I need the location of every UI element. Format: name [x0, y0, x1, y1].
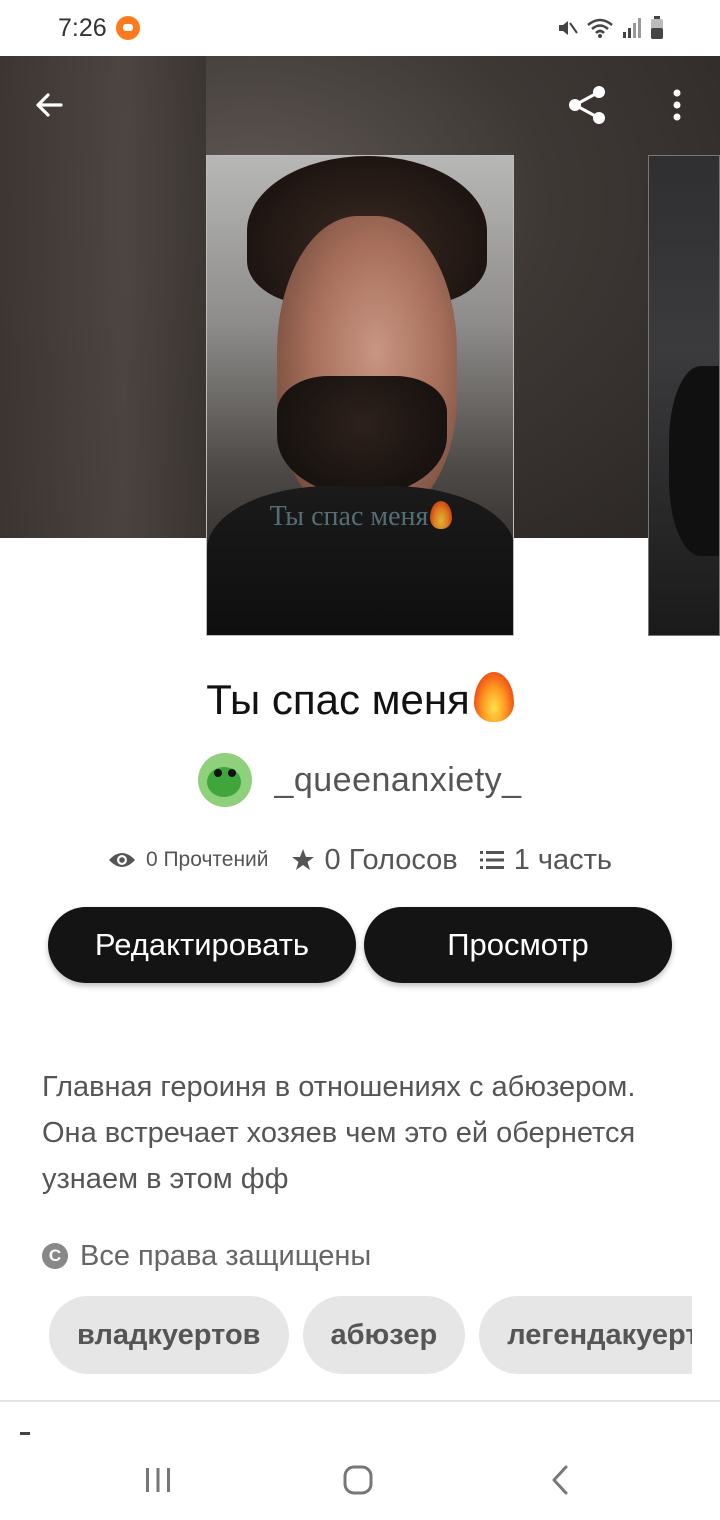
tag-chip[interactable]: владкуертов: [49, 1296, 289, 1374]
recent-apps-icon: [146, 1468, 170, 1492]
story-title: Ты спас меня: [0, 672, 720, 724]
notification-app-icon: [116, 16, 140, 40]
more-options-button[interactable]: [652, 80, 702, 130]
fire-icon: [473, 672, 514, 722]
copyright-icon: C: [42, 1243, 68, 1269]
divider: [0, 1400, 720, 1402]
reads-stat: 0 Прочтений: [108, 848, 269, 872]
back-icon: [552, 1465, 568, 1495]
story-title-text: Ты спас меня: [206, 676, 470, 723]
parts-count: 1 часть: [513, 843, 613, 876]
status-time: 7:26: [58, 14, 107, 42]
story-cover-image[interactable]: Ты спас меня: [206, 155, 514, 636]
more-vertical-icon: [673, 89, 681, 121]
next-story-cover[interactable]: [648, 155, 720, 636]
signal-icon: [623, 18, 641, 38]
status-icons: [556, 14, 664, 42]
votes-stat: 0 Голосов: [291, 844, 458, 877]
home-icon: [343, 1465, 373, 1495]
votes-count: 0 Голосов: [324, 843, 458, 876]
status-bar: 7:26: [0, 0, 720, 56]
action-buttons: Редактировать Просмотр: [48, 907, 672, 983]
reads-count: 0 Прочтений: [145, 848, 269, 871]
star-icon: [291, 849, 314, 870]
story-stats: 0 Прочтений 0 Голосов 1 часть: [0, 838, 720, 882]
copyright-row: C Все права защищены: [42, 1236, 371, 1276]
copyright-text: Все права защищены: [80, 1239, 372, 1272]
home-button[interactable]: [328, 1458, 388, 1502]
author-name[interactable]: _queenanxiety_: [274, 761, 521, 800]
back-button[interactable]: [24, 80, 74, 130]
tags-list: владкуертов абюзер легендакуертов: [49, 1296, 692, 1374]
edit-button[interactable]: Редактировать: [48, 907, 356, 983]
partial-content-mark: [20, 1432, 30, 1435]
tag-chip[interactable]: легендакуертов: [479, 1296, 692, 1374]
mute-icon: [559, 21, 578, 35]
view-button[interactable]: Просмотр: [364, 907, 672, 983]
story-description: Главная героиня в отношениях с абюзером.…: [42, 1071, 636, 1195]
parts-stat: 1 часть: [479, 843, 613, 877]
author-row[interactable]: _queenanxiety_: [0, 752, 720, 808]
share-button[interactable]: [562, 80, 612, 130]
cover-caption: Ты спас меня: [207, 501, 513, 533]
cover-caption-text: Ты спас меня: [269, 501, 429, 532]
list-icon: [479, 851, 504, 869]
arrow-left-icon: [36, 93, 63, 117]
battery-icon: [651, 16, 663, 39]
author-avatar[interactable]: [198, 753, 253, 807]
eye-icon: [108, 853, 135, 867]
cover-beard: [277, 376, 447, 496]
share-icon: [569, 86, 605, 124]
system-back-button[interactable]: [530, 1458, 590, 1502]
tag-chip[interactable]: абюзер: [302, 1296, 466, 1374]
system-nav-bar: [0, 1440, 720, 1520]
fire-icon: [430, 501, 453, 529]
wifi-icon: [587, 18, 613, 38]
recent-apps-button[interactable]: [128, 1458, 188, 1502]
